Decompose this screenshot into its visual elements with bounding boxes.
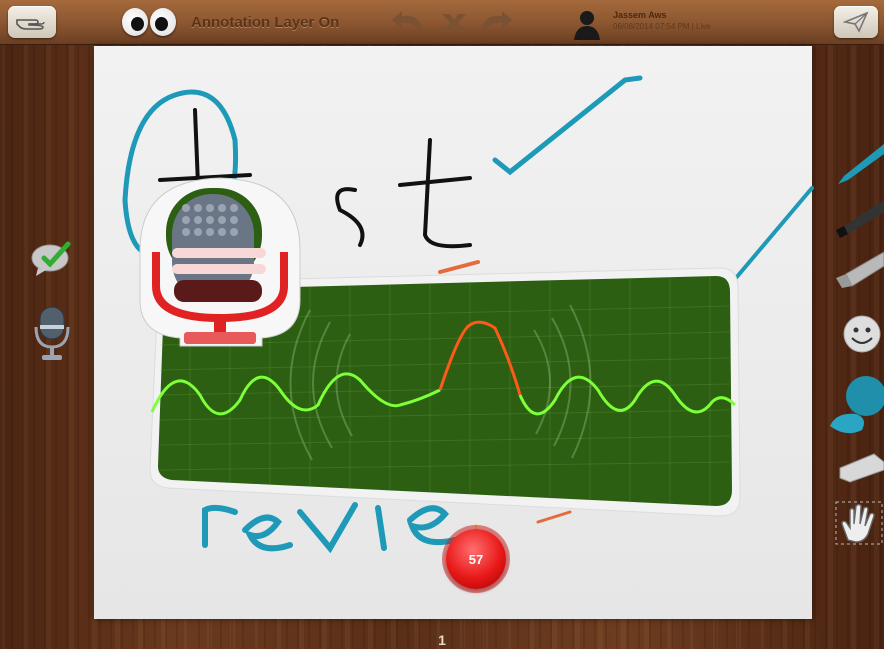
pen-stroke: [536, 510, 572, 524]
annotation-layer: [122, 75, 814, 554]
highlighter-icon[interactable]: [830, 248, 884, 292]
pen-stroke: [438, 260, 480, 274]
chat-check-icon[interactable]: [28, 238, 76, 278]
recording-timer-value: 57: [468, 551, 484, 567]
handwriting-revie: [202, 502, 458, 554]
microphone-icon[interactable]: [32, 305, 72, 363]
pen-stroke: [492, 75, 643, 176]
recording-timer-button[interactable]: 57: [446, 529, 506, 589]
fill-icon[interactable]: [826, 372, 884, 436]
emoji-icon[interactable]: [838, 312, 884, 358]
eraser-icon[interactable]: [832, 450, 884, 484]
microphone-badge-icon: [139, 177, 301, 347]
pen-icon[interactable]: [830, 140, 884, 190]
hand-icon[interactable]: [834, 500, 884, 546]
marker-icon[interactable]: [830, 196, 884, 240]
pen-stroke: [728, 186, 814, 287]
page-number: 1: [438, 632, 446, 648]
